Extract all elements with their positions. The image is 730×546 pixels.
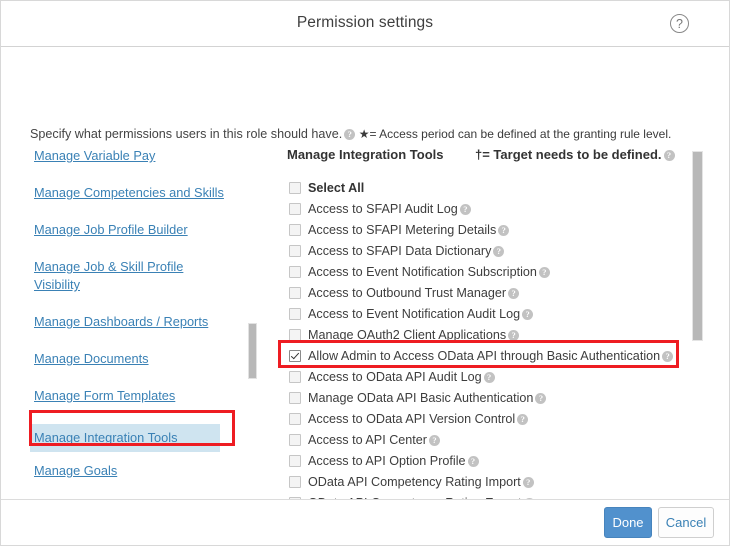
done-button[interactable]: Done: [604, 507, 652, 538]
left-scrollbar-thumb[interactable]: [248, 323, 257, 379]
sidebar-link-7[interactable]: Manage Integration Tools: [30, 424, 220, 452]
permission-rows: Select AllAccess to SFAPI Audit Log?Acce…: [285, 178, 707, 530]
info-icon[interactable]: ?: [508, 330, 519, 341]
info-icon[interactable]: ?: [535, 393, 546, 404]
target-note-info-icon[interactable]: ?: [664, 150, 675, 161]
permission-label: Access to OData API Version Control: [308, 412, 515, 426]
permission-row[interactable]: Access to Event Notification Subscriptio…: [285, 262, 707, 283]
permission-label: Access to Event Notification Audit Log: [308, 307, 520, 321]
sidebar-link-3[interactable]: Manage Job & Skill Profile Visibility: [34, 258, 194, 294]
checkbox-icon[interactable]: [289, 371, 301, 383]
sidebar-link-1[interactable]: Manage Competencies and Skills: [34, 184, 224, 202]
info-icon[interactable]: ?: [468, 456, 479, 467]
role-link-list: Manage Variable Pay Manage Competencies a…: [34, 147, 234, 532]
sidebar-link-0[interactable]: Manage Variable Pay: [34, 147, 155, 165]
permission-row[interactable]: Access to OData API Version Control?: [285, 409, 707, 430]
info-icon[interactable]: ?: [498, 225, 509, 236]
page-title: Permission settings: [1, 14, 729, 32]
permission-label: Access to Event Notification Subscriptio…: [308, 265, 537, 279]
intro-legend: ★= Access period can be defined at the g…: [359, 127, 672, 141]
permission-label: Access to SFAPI Audit Log: [308, 202, 458, 216]
permission-row[interactable]: Access to Outbound Trust Manager?: [285, 283, 707, 304]
dialog-footer: Done Cancel: [1, 499, 729, 545]
sidebar-link-5[interactable]: Manage Documents: [34, 350, 149, 368]
intro-text: Specify what permissions users in this r…: [30, 127, 342, 141]
permission-row[interactable]: Access to API Option Profile?: [285, 451, 707, 472]
permission-label: Allow Admin to Access OData API through …: [308, 349, 660, 363]
permission-row[interactable]: Manage OData API Basic Authentication?: [285, 388, 707, 409]
cancel-button[interactable]: Cancel: [658, 507, 714, 538]
checkbox-icon[interactable]: [289, 413, 301, 425]
sidebar-link-2[interactable]: Manage Job Profile Builder: [34, 221, 188, 239]
checkbox-icon[interactable]: [289, 434, 301, 446]
info-icon[interactable]: ?: [460, 204, 471, 215]
permission-label: Access to SFAPI Metering Details: [308, 223, 496, 237]
info-icon[interactable]: ?: [429, 435, 440, 446]
info-icon[interactable]: ?: [484, 372, 495, 383]
dialog-body: Specify what permissions users in this r…: [1, 47, 729, 499]
checkbox-icon[interactable]: [289, 287, 301, 299]
permission-settings-dialog: Permission settings ? Specify what permi…: [0, 0, 730, 546]
permission-label: Manage OData API Basic Authentication: [308, 391, 533, 405]
permission-row[interactable]: Access to API Center?: [285, 430, 707, 451]
permission-row[interactable]: Access to OData API Audit Log?: [285, 367, 707, 388]
checkbox-icon[interactable]: [289, 455, 301, 467]
permission-label: OData API Competency Rating Import: [308, 475, 521, 489]
sidebar-link-6[interactable]: Manage Form Templates: [34, 387, 175, 405]
permission-category-header: Manage Integration Tools †= Target needs…: [285, 147, 707, 171]
permission-label: Access to OData API Audit Log: [308, 370, 482, 384]
checkbox-checked-icon[interactable]: [289, 350, 301, 362]
checkbox-icon[interactable]: [289, 329, 301, 341]
info-icon[interactable]: ?: [522, 309, 533, 320]
permission-row[interactable]: Access to SFAPI Data Dictionary?: [285, 241, 707, 262]
info-icon[interactable]: ?: [523, 477, 534, 488]
permission-label: Access to Outbound Trust Manager: [308, 286, 506, 300]
checkbox-icon[interactable]: [289, 308, 301, 320]
intro-text-line: Specify what permissions users in this r…: [30, 127, 671, 141]
permission-scrollbar-thumb[interactable]: [692, 151, 703, 341]
info-icon[interactable]: ?: [508, 288, 519, 299]
permission-row[interactable]: OData API Competency Rating Import?: [285, 472, 707, 493]
checkbox-icon[interactable]: [289, 476, 301, 488]
help-icon[interactable]: ?: [670, 14, 689, 33]
sidebar-link-4[interactable]: Manage Dashboards / Reports: [34, 313, 208, 331]
permission-list-panel: Manage Integration Tools †= Target needs…: [285, 147, 707, 530]
info-icon[interactable]: ?: [539, 267, 550, 278]
dialog-title-bar: Permission settings ?: [1, 1, 729, 47]
permission-row[interactable]: Select All: [285, 178, 707, 199]
permission-category-title: Manage Integration Tools: [287, 147, 444, 162]
permission-row[interactable]: Allow Admin to Access OData API through …: [285, 346, 707, 367]
permission-row[interactable]: Access to Event Notification Audit Log?: [285, 304, 707, 325]
checkbox-icon[interactable]: [289, 224, 301, 236]
info-icon[interactable]: ?: [662, 351, 673, 362]
permission-row[interactable]: Manage OAuth2 Client Applications?: [285, 325, 707, 346]
checkbox-icon[interactable]: [289, 182, 301, 194]
checkbox-icon[interactable]: [289, 392, 301, 404]
info-icon[interactable]: ?: [517, 414, 528, 425]
role-link-list-panel: Manage Variable Pay Manage Competencies a…: [1, 147, 251, 532]
permission-label: Access to API Center: [308, 433, 427, 447]
permission-label: Manage OAuth2 Client Applications: [308, 328, 506, 342]
info-icon[interactable]: ?: [493, 246, 504, 257]
permission-row[interactable]: Access to SFAPI Audit Log?: [285, 199, 707, 220]
permission-label: Access to SFAPI Data Dictionary: [308, 244, 491, 258]
info-icon[interactable]: ?: [344, 129, 355, 140]
target-note-text: †= Target needs to be defined.: [475, 147, 662, 162]
permission-label: Access to API Option Profile: [308, 454, 466, 468]
target-note: †= Target needs to be defined.?: [475, 147, 675, 162]
checkbox-icon[interactable]: [289, 245, 301, 257]
permission-row[interactable]: Access to SFAPI Metering Details?: [285, 220, 707, 241]
permission-label: Select All: [308, 181, 364, 195]
checkbox-icon[interactable]: [289, 203, 301, 215]
checkbox-icon[interactable]: [289, 266, 301, 278]
sidebar-link-8[interactable]: Manage Goals: [34, 462, 117, 480]
